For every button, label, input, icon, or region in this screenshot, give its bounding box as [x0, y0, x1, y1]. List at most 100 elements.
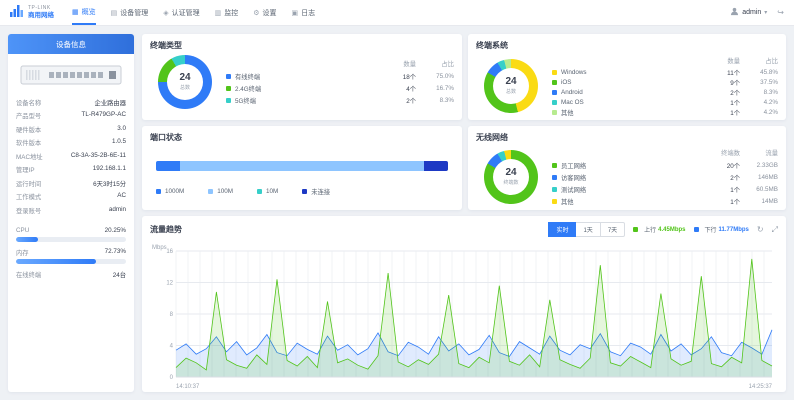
legend-rows: 员工网络 20个 2.33GB 访客网络 2个 146MB 测试网络 1个 60…	[552, 159, 778, 207]
series-name: 下行	[705, 225, 717, 234]
donut-total: 24	[505, 77, 516, 87]
legend-row: 有线终端 18个 75.0%	[226, 70, 454, 82]
legend-label: 其他	[561, 197, 574, 206]
legend-row: Mac OS 1个 4.2%	[552, 97, 778, 107]
legend-color-dot	[552, 80, 557, 85]
legend-ratio: 37.5%	[740, 79, 778, 86]
legend-header: 数量 占比	[226, 58, 454, 70]
card-title: 无线网络	[476, 132, 778, 143]
device-info-label: 管理IP	[16, 165, 35, 174]
fullscreen-icon[interactable]: ⤢	[772, 226, 778, 234]
legend-traffic: 2.33GB	[740, 162, 778, 169]
nav-item[interactable]: ▥ 监控	[215, 0, 239, 25]
nav-item[interactable]: ◈ 认证管理	[163, 0, 199, 25]
wireless-donut: 24 终端数	[484, 150, 538, 204]
nav-item-icon: ▣	[292, 9, 299, 17]
brand-line2: 商用网络	[28, 12, 54, 19]
legend-label: 测试网络	[561, 185, 586, 194]
terminal-os-card: 终端系统 24 总数 数量 占比 Windows 11个 45.8%	[468, 34, 786, 120]
device-info-label: 产品型号	[16, 111, 41, 120]
brand-logo[interactable]: TP-LINK 商用网络	[10, 4, 54, 22]
card-title: 端口状态	[150, 132, 454, 143]
legend-label: iOS	[561, 79, 572, 86]
trend-svg: 0481216Mbps14:10:3714:25:37	[150, 241, 778, 391]
legend-label: 访客网络	[561, 173, 586, 182]
rate-legend-item: 下行 11.77Mbps	[694, 225, 749, 234]
legend-row: 其他 1个 4.2%	[552, 107, 778, 117]
device-info-value: 6天3时15分	[93, 179, 126, 188]
legend-count: 11个	[706, 68, 740, 77]
port-status-card: 端口状态 1000M 100M 10M 未连接	[142, 126, 462, 210]
legend-ratio: 16.7%	[416, 85, 454, 92]
legend-ratio: 8.3%	[416, 97, 454, 104]
rate-legend: 上行 4.45Mbps 下行 11.77Mbps	[633, 225, 749, 234]
nav-item-icon: ▤	[111, 9, 118, 17]
legend-count: 1个	[706, 185, 740, 194]
port-status-bar	[156, 161, 448, 171]
refresh-icon[interactable]: ↻	[757, 226, 764, 234]
legend-color-dot	[552, 70, 557, 75]
legend-label: 1000M	[165, 188, 184, 195]
nav-item-label: 日志	[301, 8, 315, 18]
logout-icon[interactable]: ↪	[777, 8, 784, 17]
nav-item[interactable]: ▦ 概览	[72, 0, 96, 25]
legend-color-square	[208, 189, 213, 194]
legend-color-dot	[552, 199, 557, 204]
device-info-label: 软件版本	[16, 138, 41, 147]
series-rate: 4.45Mbps	[658, 227, 685, 233]
online-clients-row: 在线终端 24台	[16, 270, 126, 279]
donut-caption: 终端数	[503, 179, 518, 186]
device-info-rows: 设备名称 企业路由器 产品型号 TL-R479GP-AC 硬件版本 3.0 软件…	[8, 98, 134, 215]
gauge-label: 内存	[16, 248, 29, 257]
device-info-value: AC	[117, 192, 126, 201]
legend-traffic: 60.5MB	[740, 186, 778, 193]
legend-label: 100M	[217, 188, 233, 195]
legend-color-square	[257, 189, 262, 194]
legend-label: 员工网络	[561, 161, 586, 170]
legend-row: 访客网络 2个 146MB	[552, 171, 778, 183]
terminal-type-card: 终端类型 24 总数 数量 占比 有线终端 18个 75.0%	[142, 34, 462, 120]
svg-text:0: 0	[170, 375, 174, 381]
nav-item[interactable]: ▤ 设备管理	[111, 0, 149, 25]
device-info-row: 登录账号 admin	[16, 206, 126, 215]
user-menu[interactable]: admin ▾	[730, 7, 767, 18]
range-button-group: 实时 1天 7天	[549, 222, 625, 237]
donut-caption: 总数	[506, 88, 516, 95]
nav-item[interactable]: ⚙ 设置	[253, 0, 276, 25]
range-button[interactable]: 实时	[548, 222, 576, 237]
legend-color-dot	[552, 187, 557, 192]
donut-total: 24	[505, 168, 516, 178]
gauge-label: CPU	[16, 227, 29, 234]
svg-text:4: 4	[170, 344, 174, 350]
online-clients-value: 24台	[113, 270, 126, 279]
legend-row: iOS 9个 37.5%	[552, 77, 778, 87]
range-button[interactable]: 7天	[600, 222, 625, 237]
svg-text:14:10:37: 14:10:37	[176, 384, 200, 390]
legend-count: 2个	[382, 96, 416, 105]
signal-bars-icon	[10, 4, 24, 22]
svg-text:12: 12	[166, 281, 173, 287]
legend-item: 未连接	[302, 187, 330, 196]
legend-count: 4个	[382, 84, 416, 93]
card-title: 终端类型	[150, 40, 454, 51]
series-name: 上行	[644, 225, 656, 234]
nav-item[interactable]: ▣ 日志	[292, 0, 316, 25]
legend-color-dot	[552, 163, 557, 168]
device-info-row: MAC地址 C8-3A-35-2B-6E-11	[16, 152, 126, 161]
legend-label: 未连接	[311, 187, 330, 196]
legend-header: 终端数 流量	[552, 147, 778, 159]
legend-ratio: 4.2%	[740, 109, 778, 116]
legend-count: 18个	[382, 72, 416, 81]
usage-gauge: 内存 72.73%	[16, 248, 126, 265]
terminal-type-donut: 24 总数	[158, 55, 212, 109]
device-info-label: MAC地址	[16, 152, 43, 161]
nav-item-icon: ▥	[215, 9, 222, 17]
port-bar-segment	[424, 161, 448, 171]
device-info-label: 硬件版本	[16, 125, 41, 134]
device-info-row: 管理IP 192.168.1.1	[16, 165, 126, 174]
range-button[interactable]: 1天	[575, 222, 600, 237]
legend-label: Windows	[561, 69, 587, 76]
device-info-panel: 设备信息 设备名称 企业路由器 产品	[8, 34, 134, 392]
device-info-row: 工作模式 AC	[16, 192, 126, 201]
donut-center: 24 总数	[167, 64, 203, 100]
